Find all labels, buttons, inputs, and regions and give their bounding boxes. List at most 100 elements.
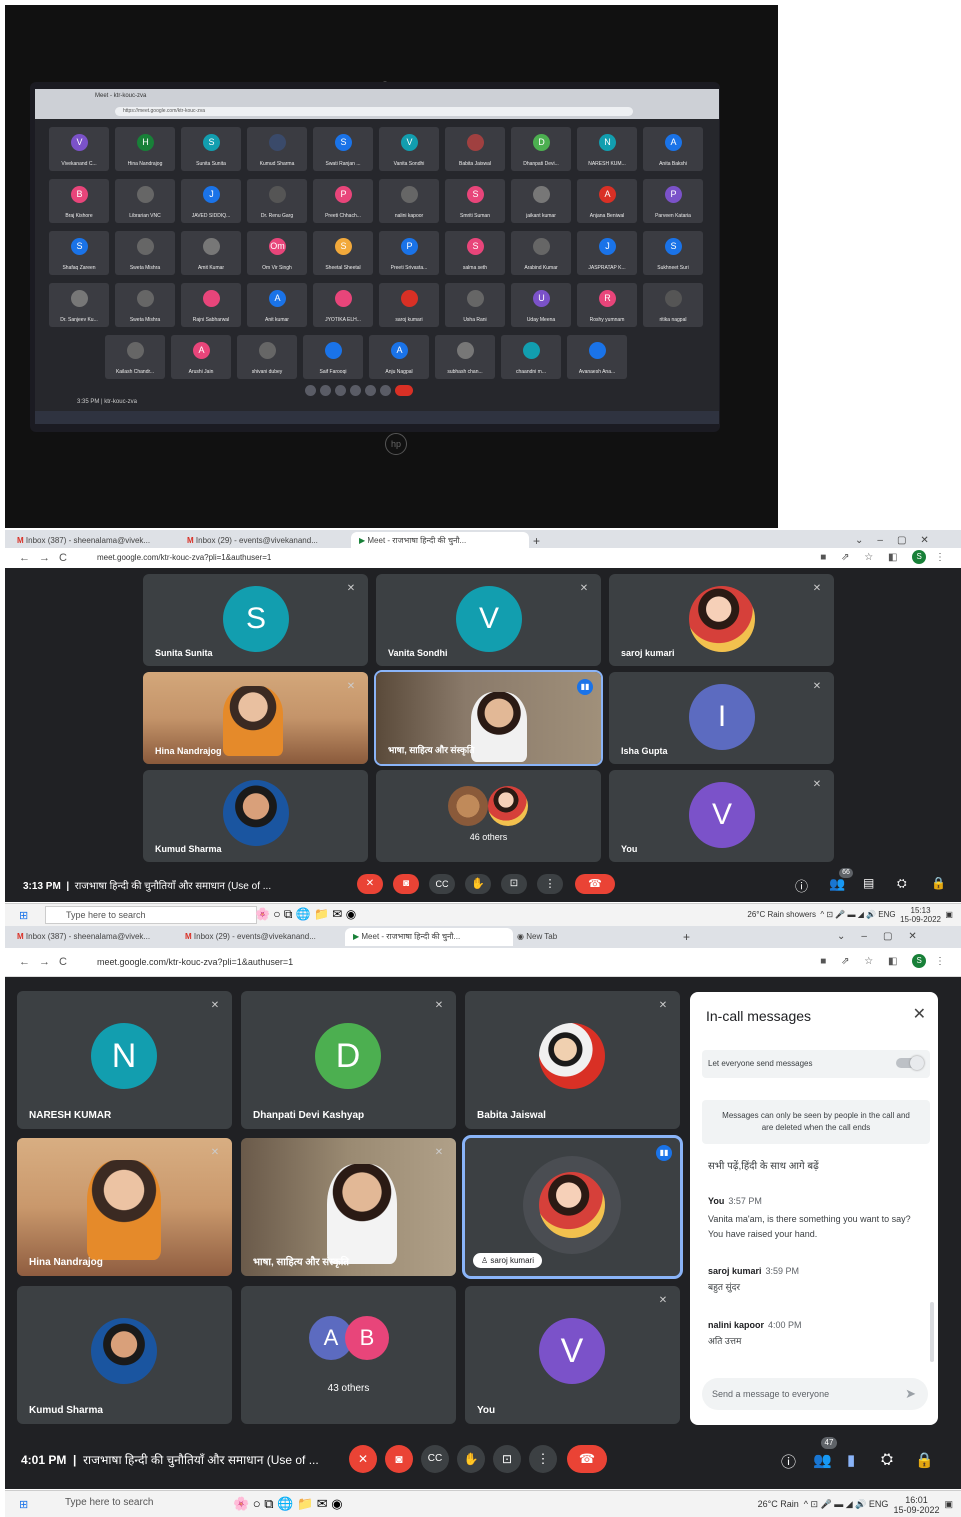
participant-name: Arushi Jain [188, 369, 214, 375]
mic-toggle-button[interactable]: ✕ [349, 1445, 377, 1473]
people-icon[interactable]: 👥 [813, 1451, 832, 1469]
avatar [467, 290, 484, 307]
raise-hand-button[interactable]: ✋ [465, 874, 491, 894]
participant-tile[interactable]: Kumud Sharma [143, 770, 368, 862]
chat-message: सभी पढ़ें,हिंदी के साथ आगे बढ़ें [708, 1158, 923, 1172]
avatar [127, 342, 144, 359]
taskbar-apps[interactable]: 🌸 ○ ⧉ 🌐 📁 ✉ ◉ [255, 907, 356, 922]
present-button[interactable]: ⊡ [493, 1445, 521, 1473]
participant-name: Uday Meena [526, 317, 556, 323]
tab-label: Meet - राजभाषा हिन्दी की चुनौ... [361, 932, 461, 941]
host-controls-icon[interactable]: 🔒 [915, 1451, 934, 1469]
participant-tile[interactable]: ✕ Hina Nandrajog [143, 672, 368, 764]
participant-tile[interactable]: ✕ Hina Nandrajog [17, 1138, 232, 1276]
self-tile[interactable]: ✕ V You [465, 1286, 680, 1424]
message-text: अति उत्तम [708, 1336, 742, 1346]
clock-date: 15-09-2022 [900, 914, 941, 924]
participant-name: Roshy yumnam [589, 317, 625, 323]
people-icon[interactable]: 👥 [829, 876, 845, 892]
captions-button[interactable]: CC [421, 1445, 449, 1473]
info-icon[interactable]: ⓘ [795, 876, 808, 895]
close-icon[interactable]: ✕ [913, 1004, 926, 1024]
present-button[interactable]: ⊡ [501, 874, 527, 894]
avatar: N [599, 134, 616, 151]
participant-name: chaandni m... [515, 369, 547, 375]
participant-tile[interactable]: ✕ D Dhanpati Devi Kashyap [241, 991, 456, 1129]
participant-tile-speaking[interactable]: ▮▮ ♙ saroj kumari [462, 1135, 683, 1279]
tab-label: New Tab [526, 932, 558, 941]
toolbar-icons[interactable]: ■ ⇗ ☆ ◧ S ⋮ [820, 948, 951, 976]
window-controls[interactable]: ⌄–▢✕ [837, 928, 947, 946]
leave-call-button[interactable]: ☎ [567, 1445, 607, 1473]
raise-hand-button[interactable]: ✋ [457, 1445, 485, 1473]
others-tile[interactable]: 46 others [376, 770, 601, 862]
nav-buttons[interactable]: ←→C [19, 548, 76, 568]
participant-name: subhash chan... [447, 369, 483, 375]
url-field[interactable]: meet.google.com/ktr-kouc-zva?pli=1&authu… [97, 948, 293, 976]
host-controls-icon[interactable]: 🔒 [931, 876, 946, 890]
send-messages-toggle[interactable] [896, 1056, 924, 1070]
photo-participant-tile: A Anjana Beniwal [577, 179, 637, 223]
participant-tile[interactable]: ✕ saroj kumari [609, 574, 834, 666]
photo-participant-tile: S Sheetal Sheetal [313, 231, 373, 275]
others-count: 46 others [469, 832, 508, 842]
photo-participant-tile: V Vivekanand C... [49, 127, 109, 171]
mic-toggle-button[interactable]: ✕ [357, 874, 383, 894]
participant-tile[interactable]: ✕ N NARESH KUMAR [17, 991, 232, 1129]
activities-icon[interactable]: ⛭ [881, 1451, 893, 1468]
leave-call-button[interactable]: ☎ [575, 874, 615, 894]
photo-participant-tile: Sweta Mishra [115, 283, 175, 327]
captions-button[interactable]: CC [429, 874, 455, 894]
participant-tile[interactable]: ✕ V Vanita Sondhi [376, 574, 601, 666]
photo-participant-tile: jaikant kumar [511, 179, 571, 223]
tab-gmail-2[interactable]: M Inbox (29) - events@vivekanand... [185, 928, 335, 946]
activities-icon[interactable]: ⛭ [897, 876, 907, 891]
participant-name: Preeti Srivasta... [390, 265, 428, 271]
participant-tile-speaking[interactable]: ▮▮ भाषा, साहित्य और संस्कृति [374, 670, 603, 766]
self-tile[interactable]: ✕ V You [609, 770, 834, 862]
system-tray[interactable]: 26°C Rain ^ ⊡ 🎤 ▬ ◢ 🔊 ENG 16:01 15-09-202… [758, 1491, 953, 1517]
taskbar-apps[interactable]: 🌸 ○ ⧉ 🌐 📁 ✉ ◉ [233, 1496, 343, 1512]
photo-participant-tile: Amit Kumar [181, 231, 241, 275]
avatar: S [467, 238, 484, 255]
tab-label: Inbox (29) - events@vivekanand... [195, 536, 318, 545]
url-field[interactable]: meet.google.com/ktr-kouc-zva?pli=1&authu… [97, 548, 271, 568]
others-tile[interactable]: A B 43 others [241, 1286, 456, 1424]
avatar: D [315, 1023, 381, 1089]
taskbar-search[interactable]: Type here to search [45, 906, 257, 924]
message-input[interactable]: Send a message to everyone ➤ [702, 1378, 928, 1410]
profile-avatar[interactable]: S [912, 954, 927, 969]
camera-toggle-button[interactable]: ◙ [385, 1445, 413, 1473]
avatar: A [599, 186, 616, 203]
windows-start-icon[interactable]: ⊞ [19, 1498, 28, 1511]
info-icon[interactable]: ⓘ [781, 1451, 796, 1472]
tab-new[interactable]: ◉ New Tab [517, 928, 657, 946]
participant-tile[interactable]: ✕ S Sunita Sunita [143, 574, 368, 666]
profile-avatar[interactable]: S [912, 550, 927, 565]
system-tray[interactable]: 26°C Rain showers ^ ⊡ 🎤 ▬ ◢ 🔊 ENG 15:13 1… [747, 904, 953, 926]
participant-tile[interactable]: Kumud Sharma [17, 1286, 232, 1424]
camera-toggle-button[interactable]: ◙ [393, 874, 419, 894]
chat-message: saroj kumari 3:59 PM बहुत सुंदर [708, 1266, 923, 1293]
toolbar-icons[interactable]: ■ ⇗ ☆ ◧ S ⋮ [820, 548, 951, 568]
tab-label: Inbox (387) - sheenalama@vivek... [25, 932, 151, 941]
chat-scrollbar[interactable] [930, 1302, 934, 1362]
tab-meet[interactable]: ▶ Meet - राजभाषा हिन्दी की चुनौ... [345, 928, 513, 946]
participant-tile[interactable]: ✕ I Isha Gupta [609, 672, 834, 764]
windows-start-icon[interactable]: ⊞ [19, 909, 28, 922]
tab-gmail-1[interactable]: M Inbox (387) - sheenalama@vivek... [17, 928, 177, 946]
more-options-button[interactable]: ⋮ [529, 1445, 557, 1473]
more-options-button[interactable]: ⋮ [537, 874, 563, 894]
avatar: A [391, 342, 408, 359]
new-tab-button[interactable]: + [683, 928, 697, 946]
avatar: B [71, 186, 88, 203]
participant-tile[interactable]: ✕ Babita Jaiswal [465, 991, 680, 1129]
nav-buttons[interactable]: ←→C [19, 948, 76, 976]
participant-name: Usha Rani [463, 317, 487, 323]
taskbar-search[interactable]: Type here to search [45, 1495, 255, 1511]
send-icon[interactable]: ➤ [905, 1378, 916, 1410]
participant-tile[interactable]: ✕ भाषा, साहित्य और संस्कृति [241, 1138, 456, 1276]
photo-participant-tile: Kumud Sharma [247, 127, 307, 171]
chat-icon[interactable]: ▤ [863, 876, 874, 890]
chat-icon[interactable]: ▮ [847, 1451, 855, 1469]
